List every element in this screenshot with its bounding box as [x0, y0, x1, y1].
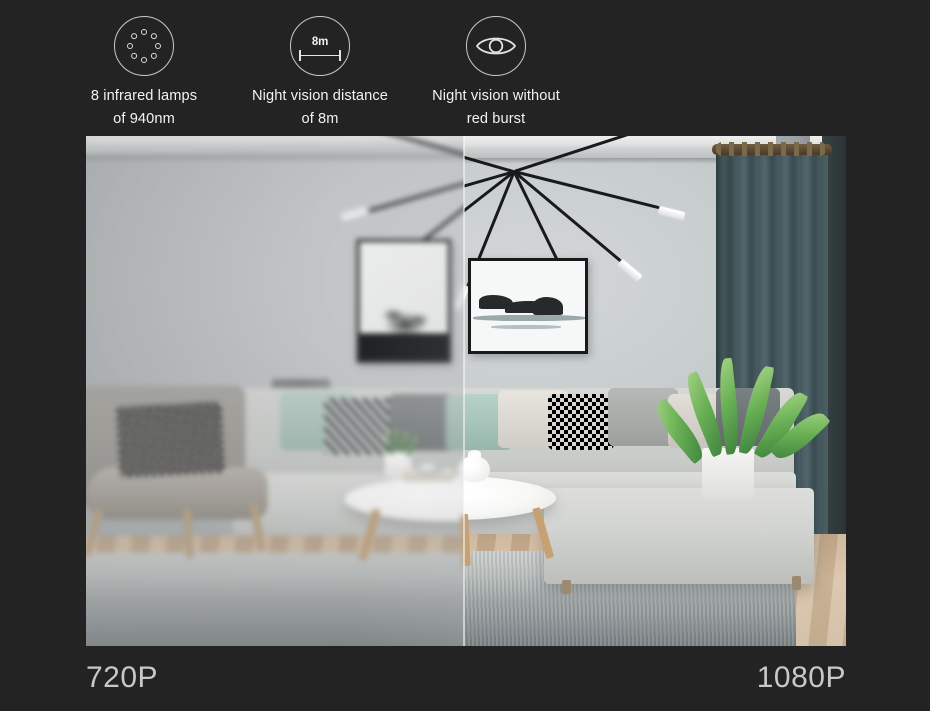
feature-infrared-lamps: 8 infrared lamps of 940nm: [56, 16, 232, 134]
feature-text: Night vision distance of 8m: [252, 85, 388, 131]
chandelier: [464, 136, 726, 312]
measure-bar: [299, 50, 341, 61]
measure-cap-right: [339, 50, 341, 61]
pillow-mint-2: [445, 394, 464, 451]
pillow-checker-left: [116, 401, 225, 478]
feature-no-red-burst: Night vision without red burst: [408, 16, 584, 134]
feature-text: 8 infrared lamps of 940nm: [91, 85, 197, 131]
teapot: [464, 456, 490, 482]
feature-line-1: Night vision without: [432, 88, 560, 104]
feature-text: Night vision without red burst: [432, 85, 560, 131]
chandelier: [324, 136, 464, 311]
distance-value-text: 8m: [311, 36, 329, 48]
scene-container: [86, 136, 846, 646]
feature-icon-frame: [466, 16, 526, 76]
infrared-lamp-ring-icon: [126, 28, 162, 64]
plant-pot: [702, 448, 754, 500]
scene-half-1080p: [464, 136, 846, 646]
curtain-rings: [716, 142, 826, 156]
feature-line-2: red burst: [466, 111, 526, 127]
teapot-lid: [468, 450, 481, 458]
comparison-divider: [463, 136, 465, 646]
area-rug: [86, 552, 464, 646]
room-render-right: [464, 136, 846, 646]
eye-icon: [475, 37, 517, 55]
measure-line: [300, 54, 340, 57]
framed-artwork-mountain: [468, 258, 588, 354]
sofa-chaise: [544, 488, 814, 584]
room-render-left: [86, 136, 464, 646]
feature-night-vision-distance: 8m Night vision distance of 8m: [232, 16, 408, 134]
artwork-tree: [359, 242, 448, 360]
artwork-mountain: [471, 261, 585, 351]
distance-measure-icon: 8m: [298, 31, 342, 61]
feature-icon-frame: [114, 16, 174, 76]
rug-texture: [86, 552, 464, 646]
promo-page: 8 infrared lamps of 940nm 8m Night visio…: [0, 0, 930, 711]
lounge-chair-cushion: [86, 466, 268, 520]
pillow-checker-right: [548, 394, 614, 450]
table-dish: [415, 462, 442, 475]
feature-line-2: of 940nm: [113, 111, 175, 127]
scene-half-720p: [86, 136, 464, 646]
resolution-comparison-image: [86, 136, 846, 646]
feature-icon-frame: 8m: [290, 16, 350, 76]
feature-line-1: Night vision distance: [252, 88, 388, 104]
feature-line-1: 8 infrared lamps: [90, 88, 198, 104]
feature-line-2: of 8m: [301, 111, 339, 127]
feature-list: 8 infrared lamps of 940nm 8m Night visio…: [56, 16, 616, 134]
resolution-label-1080p: 1080P: [756, 661, 846, 694]
framed-artwork-tree: [356, 239, 451, 363]
resolution-label-720p: 720P: [86, 661, 159, 694]
